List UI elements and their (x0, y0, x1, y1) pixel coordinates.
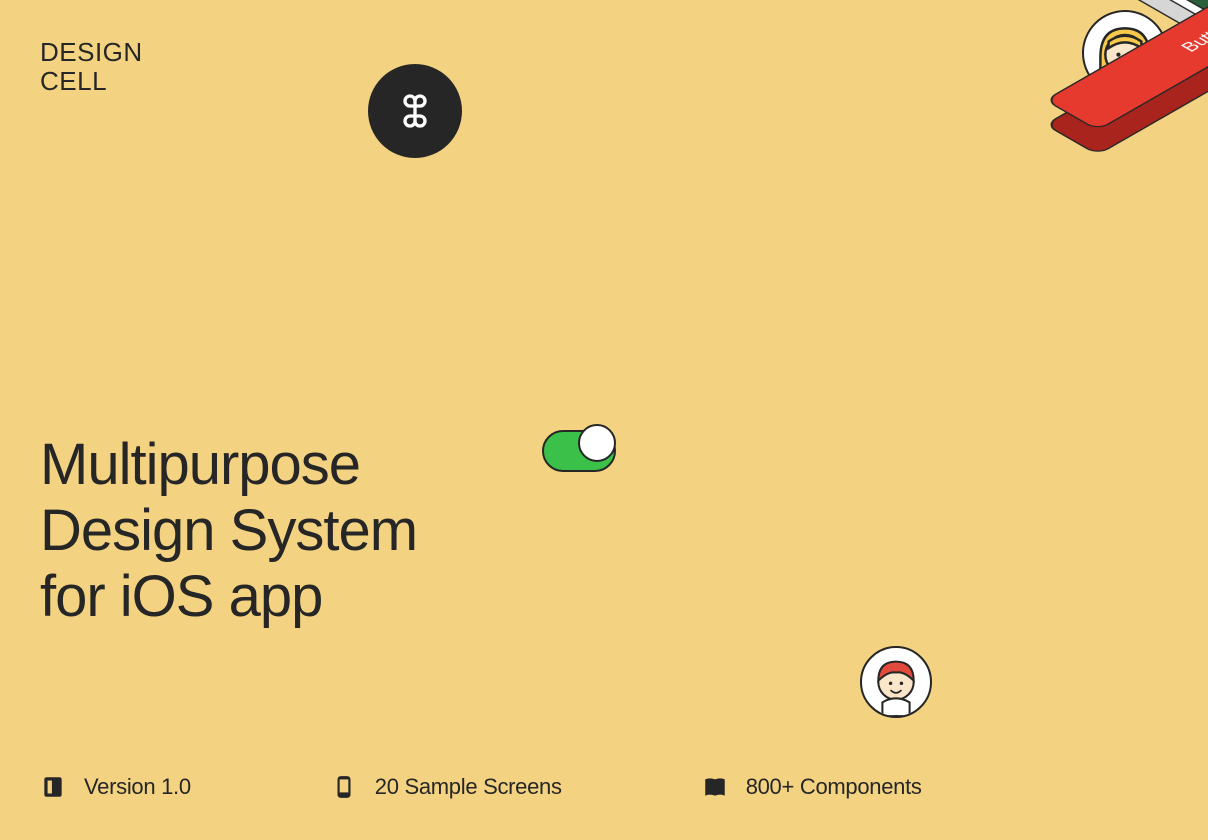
stat-version: Version 1.0 (40, 774, 191, 800)
headline-line-3: for iOS app (40, 564, 417, 630)
document-icon (40, 774, 66, 800)
avatar-girl (1082, 10, 1168, 96)
button-label: Button text (1176, 2, 1208, 55)
avatar-boy (860, 646, 932, 718)
message-list: Username Message 15:00 Username Message (888, 0, 1208, 10)
stat-version-label: Version 1.0 (84, 774, 191, 800)
headline-line-2: Design System (40, 498, 417, 564)
command-icon (395, 91, 435, 131)
toggle-switch[interactable] (542, 430, 616, 472)
brand-line-2: CELL (40, 67, 143, 96)
stat-screens-label: 20 Sample Screens (375, 774, 562, 800)
stat-components-label: 800+ Components (746, 774, 922, 800)
brand-logo: DESIGN CELL (40, 38, 143, 95)
toggle-knob (578, 424, 616, 462)
stat-screens: 20 Sample Screens (331, 774, 562, 800)
brand-line-1: DESIGN (40, 38, 143, 67)
command-badge (368, 64, 462, 158)
stats-row: Version 1.0 20 Sample Screens 800+ Compo… (40, 774, 1168, 800)
avatar (1195, 0, 1208, 4)
book-icon (702, 774, 728, 800)
stat-components: 800+ Components (702, 774, 922, 800)
message-row[interactable]: Username Message 15:00 (1185, 0, 1208, 10)
headline-line-1: Multipurpose (40, 432, 417, 498)
phone-icon (331, 774, 357, 800)
page-headline: Multipurpose Design System for iOS app (40, 432, 417, 630)
